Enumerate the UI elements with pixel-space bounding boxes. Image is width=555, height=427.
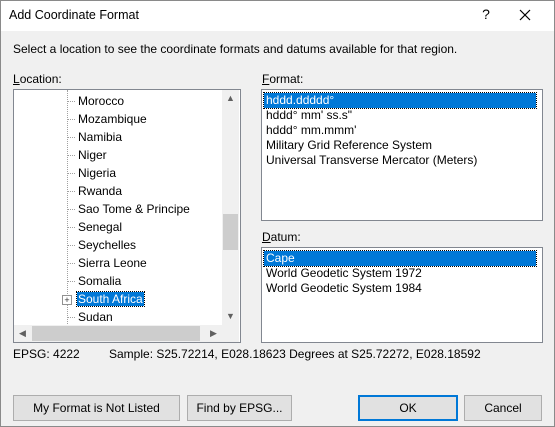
title-bar: Add Coordinate Format ? <box>1 1 554 31</box>
datum-list[interactable]: Cape World Geodetic System 1972 World Ge… <box>261 247 543 343</box>
tree-item[interactable]: Sudan <box>14 308 222 326</box>
tree-item[interactable]: Sierra Leone <box>14 254 222 272</box>
datum-option[interactable]: World Geodetic System 1972 <box>264 266 424 281</box>
window-title: Add Coordinate Format <box>9 8 139 22</box>
ok-button[interactable]: OK <box>358 395 458 421</box>
tree-item-label: South Africa <box>76 291 145 307</box>
tree-item-label: Seychelles <box>78 238 137 252</box>
scroll-right-icon[interactable]: ▶ <box>205 325 222 342</box>
tree-item[interactable]: Somalia <box>14 272 222 290</box>
instructions-text: Select a location to see the coordinate … <box>13 42 458 56</box>
help-button[interactable]: ? <box>479 6 493 22</box>
format-list[interactable]: hddd.ddddd° hddd° mm' ss.s" hddd° mm.mmm… <box>261 89 543 221</box>
tree-branch-line <box>67 191 75 192</box>
tree-item-label: Sao Tome & Principe <box>78 202 190 216</box>
format-label-text: ormat: <box>269 72 304 86</box>
location-vertical-scrollbar[interactable]: ▲ ▼ <box>222 90 239 325</box>
datum-label-text: atum: <box>270 230 301 244</box>
epsg-code-text: EPSG: 4222 <box>13 347 80 361</box>
tree-item[interactable]: Seychelles <box>14 236 222 254</box>
tree-item[interactable]: Sao Tome & Principe <box>14 200 222 218</box>
tree-item[interactable]: Mozambique <box>14 110 222 128</box>
tree-item-label: Nigeria <box>78 166 117 180</box>
tree-item[interactable]: Nigeria <box>14 164 222 182</box>
tree-item-label: Morocco <box>78 94 125 108</box>
tree-item[interactable]: Niger <box>14 146 222 164</box>
tree-item-label: Niger <box>78 148 107 162</box>
scrollbar-corner <box>222 325 239 342</box>
tree-item-label: Sudan <box>78 310 113 324</box>
tree-branch-line <box>67 281 75 282</box>
tree-item-label: Senegal <box>78 220 123 234</box>
tree-branch-line <box>67 173 75 174</box>
scroll-left-icon[interactable]: ◀ <box>14 325 31 342</box>
tree-item[interactable]: Namibia <box>14 128 222 146</box>
tree-branch-line <box>67 119 75 120</box>
tree-item[interactable]: Senegal <box>14 218 222 236</box>
datum-option-selected[interactable]: Cape <box>263 250 537 267</box>
scroll-up-icon[interactable]: ▲ <box>222 90 239 107</box>
datum-option[interactable]: World Geodetic System 1984 <box>264 281 424 296</box>
expand-plus-icon[interactable]: + <box>62 295 72 305</box>
tree-item-selected[interactable]: + South Africa <box>14 290 222 308</box>
tree-branch-line <box>67 155 75 156</box>
tree-item-label: Rwanda <box>78 184 123 198</box>
vertical-scroll-thumb[interactable] <box>223 214 238 250</box>
location-horizontal-scrollbar[interactable]: ◀ ▶ <box>14 325 222 342</box>
tree-item-label: Namibia <box>78 130 123 144</box>
location-tree[interactable]: Morocco Mozambique Namibia Niger Nigeria… <box>13 89 241 343</box>
tree-item[interactable]: Morocco <box>14 92 222 110</box>
cancel-button[interactable]: Cancel <box>464 395 542 421</box>
tree-branch-line <box>67 317 75 318</box>
format-label: Format: <box>262 72 303 86</box>
format-option[interactable]: hddd° mm' ss.s" <box>264 108 354 123</box>
add-coordinate-format-dialog: Add Coordinate Format ? Select a locatio… <box>0 0 555 427</box>
format-option[interactable]: Military Grid Reference System <box>264 138 434 153</box>
scroll-down-icon[interactable]: ▼ <box>222 308 239 325</box>
tree-branch-line <box>67 245 75 246</box>
tree-branch-line <box>67 209 75 210</box>
close-icon[interactable] <box>517 7 533 23</box>
tree-item[interactable]: Rwanda <box>14 182 222 200</box>
location-label-access-key: L <box>13 72 20 86</box>
sample-coordinates-text: Sample: S25.72214, E028.18623 Degrees at… <box>109 347 481 361</box>
tree-item-label: Somalia <box>78 274 122 288</box>
format-option[interactable]: hddd° mm.mmm' <box>264 123 358 138</box>
location-label-text: ocation: <box>19 72 62 86</box>
datum-label: Datum: <box>262 230 301 244</box>
location-label: Location: <box>13 72 62 86</box>
tree-item-label: Sierra Leone <box>78 256 147 270</box>
tree-branch-line <box>67 101 75 102</box>
tree-branch-line <box>67 263 75 264</box>
tree-item-label: Mozambique <box>78 112 147 126</box>
datum-label-access-key: D <box>262 230 271 244</box>
format-option[interactable]: Universal Transverse Mercator (Meters) <box>264 153 479 168</box>
tree-branch-line <box>67 227 75 228</box>
tree-branch-line <box>67 137 75 138</box>
my-format-not-listed-button[interactable]: My Format is Not Listed <box>13 395 180 421</box>
find-by-epsg-button[interactable]: Find by EPSG... <box>187 395 292 421</box>
horizontal-scroll-thumb[interactable] <box>32 326 200 341</box>
format-option-selected[interactable]: hddd.ddddd° <box>263 92 537 109</box>
